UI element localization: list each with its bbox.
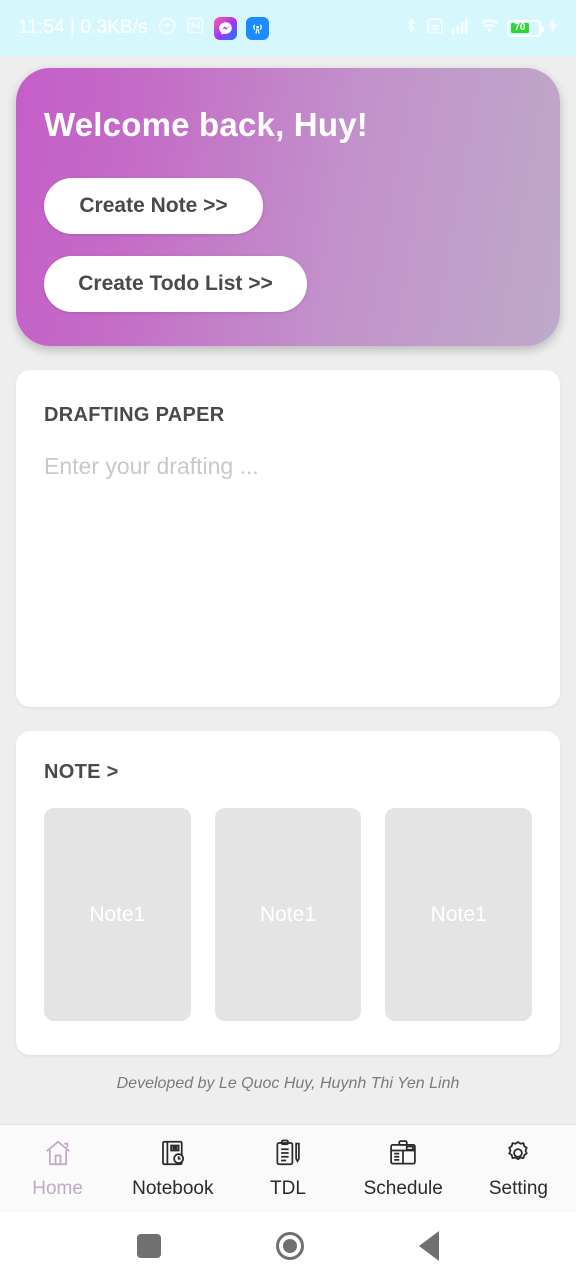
- nfc-icon: [186, 16, 205, 40]
- android-navigation-bar: [0, 1212, 576, 1280]
- tab-schedule-label: Schedule: [363, 1177, 443, 1199]
- bottom-tab-bar: Home Notebook TDL Schedule Setting: [0, 1124, 576, 1212]
- battery-icon: 70: [507, 19, 544, 37]
- tab-setting-label: Setting: [488, 1177, 548, 1199]
- create-todo-list-button[interactable]: Create Todo List >>: [44, 256, 307, 312]
- developer-credit: Developed by Le Quoc Huy, Huynh Thi Yen …: [116, 1075, 460, 1092]
- wifi-app-icon: [245, 16, 269, 40]
- notebook-icon: [157, 1138, 189, 1173]
- welcome-title: Welcome back, Huy!: [44, 106, 368, 143]
- drafting-paper-title: DRAFTING PAPER: [44, 404, 225, 426]
- tab-home-label: Home: [32, 1177, 83, 1199]
- note-tile[interactable]: Note1: [385, 808, 533, 1021]
- tab-tdl-label: TDL: [270, 1177, 306, 1199]
- recents-square-icon[interactable]: [137, 1234, 162, 1258]
- note-tile[interactable]: Note1: [214, 808, 362, 1021]
- sim-icon: [426, 17, 444, 40]
- create-note-button[interactable]: Create Note >>: [44, 178, 263, 234]
- note-section-title[interactable]: NOTE >: [44, 761, 532, 784]
- tab-setting[interactable]: Setting: [461, 1125, 576, 1212]
- note-grid: Note1 Note1 Note1: [44, 808, 533, 1021]
- status-bar-right: 70: [403, 16, 558, 40]
- tab-notebook[interactable]: Notebook: [115, 1125, 230, 1212]
- signal-icon: [451, 17, 472, 40]
- note-tile[interactable]: Note1: [44, 808, 191, 1021]
- tab-schedule[interactable]: Schedule: [346, 1125, 461, 1212]
- bluetooth-icon: [403, 16, 419, 40]
- heart-outline-icon: [157, 16, 177, 41]
- welcome-hero-card: Welcome back, Huy! Create Note >> Create…: [16, 68, 560, 346]
- home-circle-icon[interactable]: [275, 1232, 304, 1260]
- gear-icon: [502, 1138, 534, 1173]
- page-content: Welcome back, Huy! Create Note >> Create…: [0, 56, 576, 1124]
- status-bar-left: 11:54 | 0.3KB/s: [18, 16, 403, 41]
- back-triangle-icon[interactable]: [418, 1231, 439, 1261]
- tab-notebook-label: Notebook: [132, 1177, 214, 1199]
- charging-bolt-icon: [548, 17, 558, 39]
- messenger-icon: [213, 16, 237, 40]
- drafting-paper-card: DRAFTING PAPER: [16, 370, 560, 707]
- status-bar: 11:54 | 0.3KB/s 70: [0, 0, 576, 56]
- wifi-icon: [479, 17, 500, 40]
- clipboard-pen-icon: [272, 1138, 304, 1173]
- drafting-input[interactable]: [44, 453, 532, 480]
- tab-home[interactable]: Home: [0, 1125, 115, 1212]
- schedule-icon: [387, 1138, 419, 1173]
- battery-percent: 70: [514, 22, 526, 33]
- note-section-card: NOTE > Note1 Note1 Note1: [16, 731, 560, 1055]
- tab-tdl[interactable]: TDL: [230, 1125, 345, 1212]
- phone-screen: 11:54 | 0.3KB/s 70 Welcome back, Huy! Cr…: [0, 0, 576, 1280]
- status-clock-and-datarate: 11:54 | 0.3KB/s: [18, 17, 148, 38]
- home-icon: [42, 1138, 74, 1173]
